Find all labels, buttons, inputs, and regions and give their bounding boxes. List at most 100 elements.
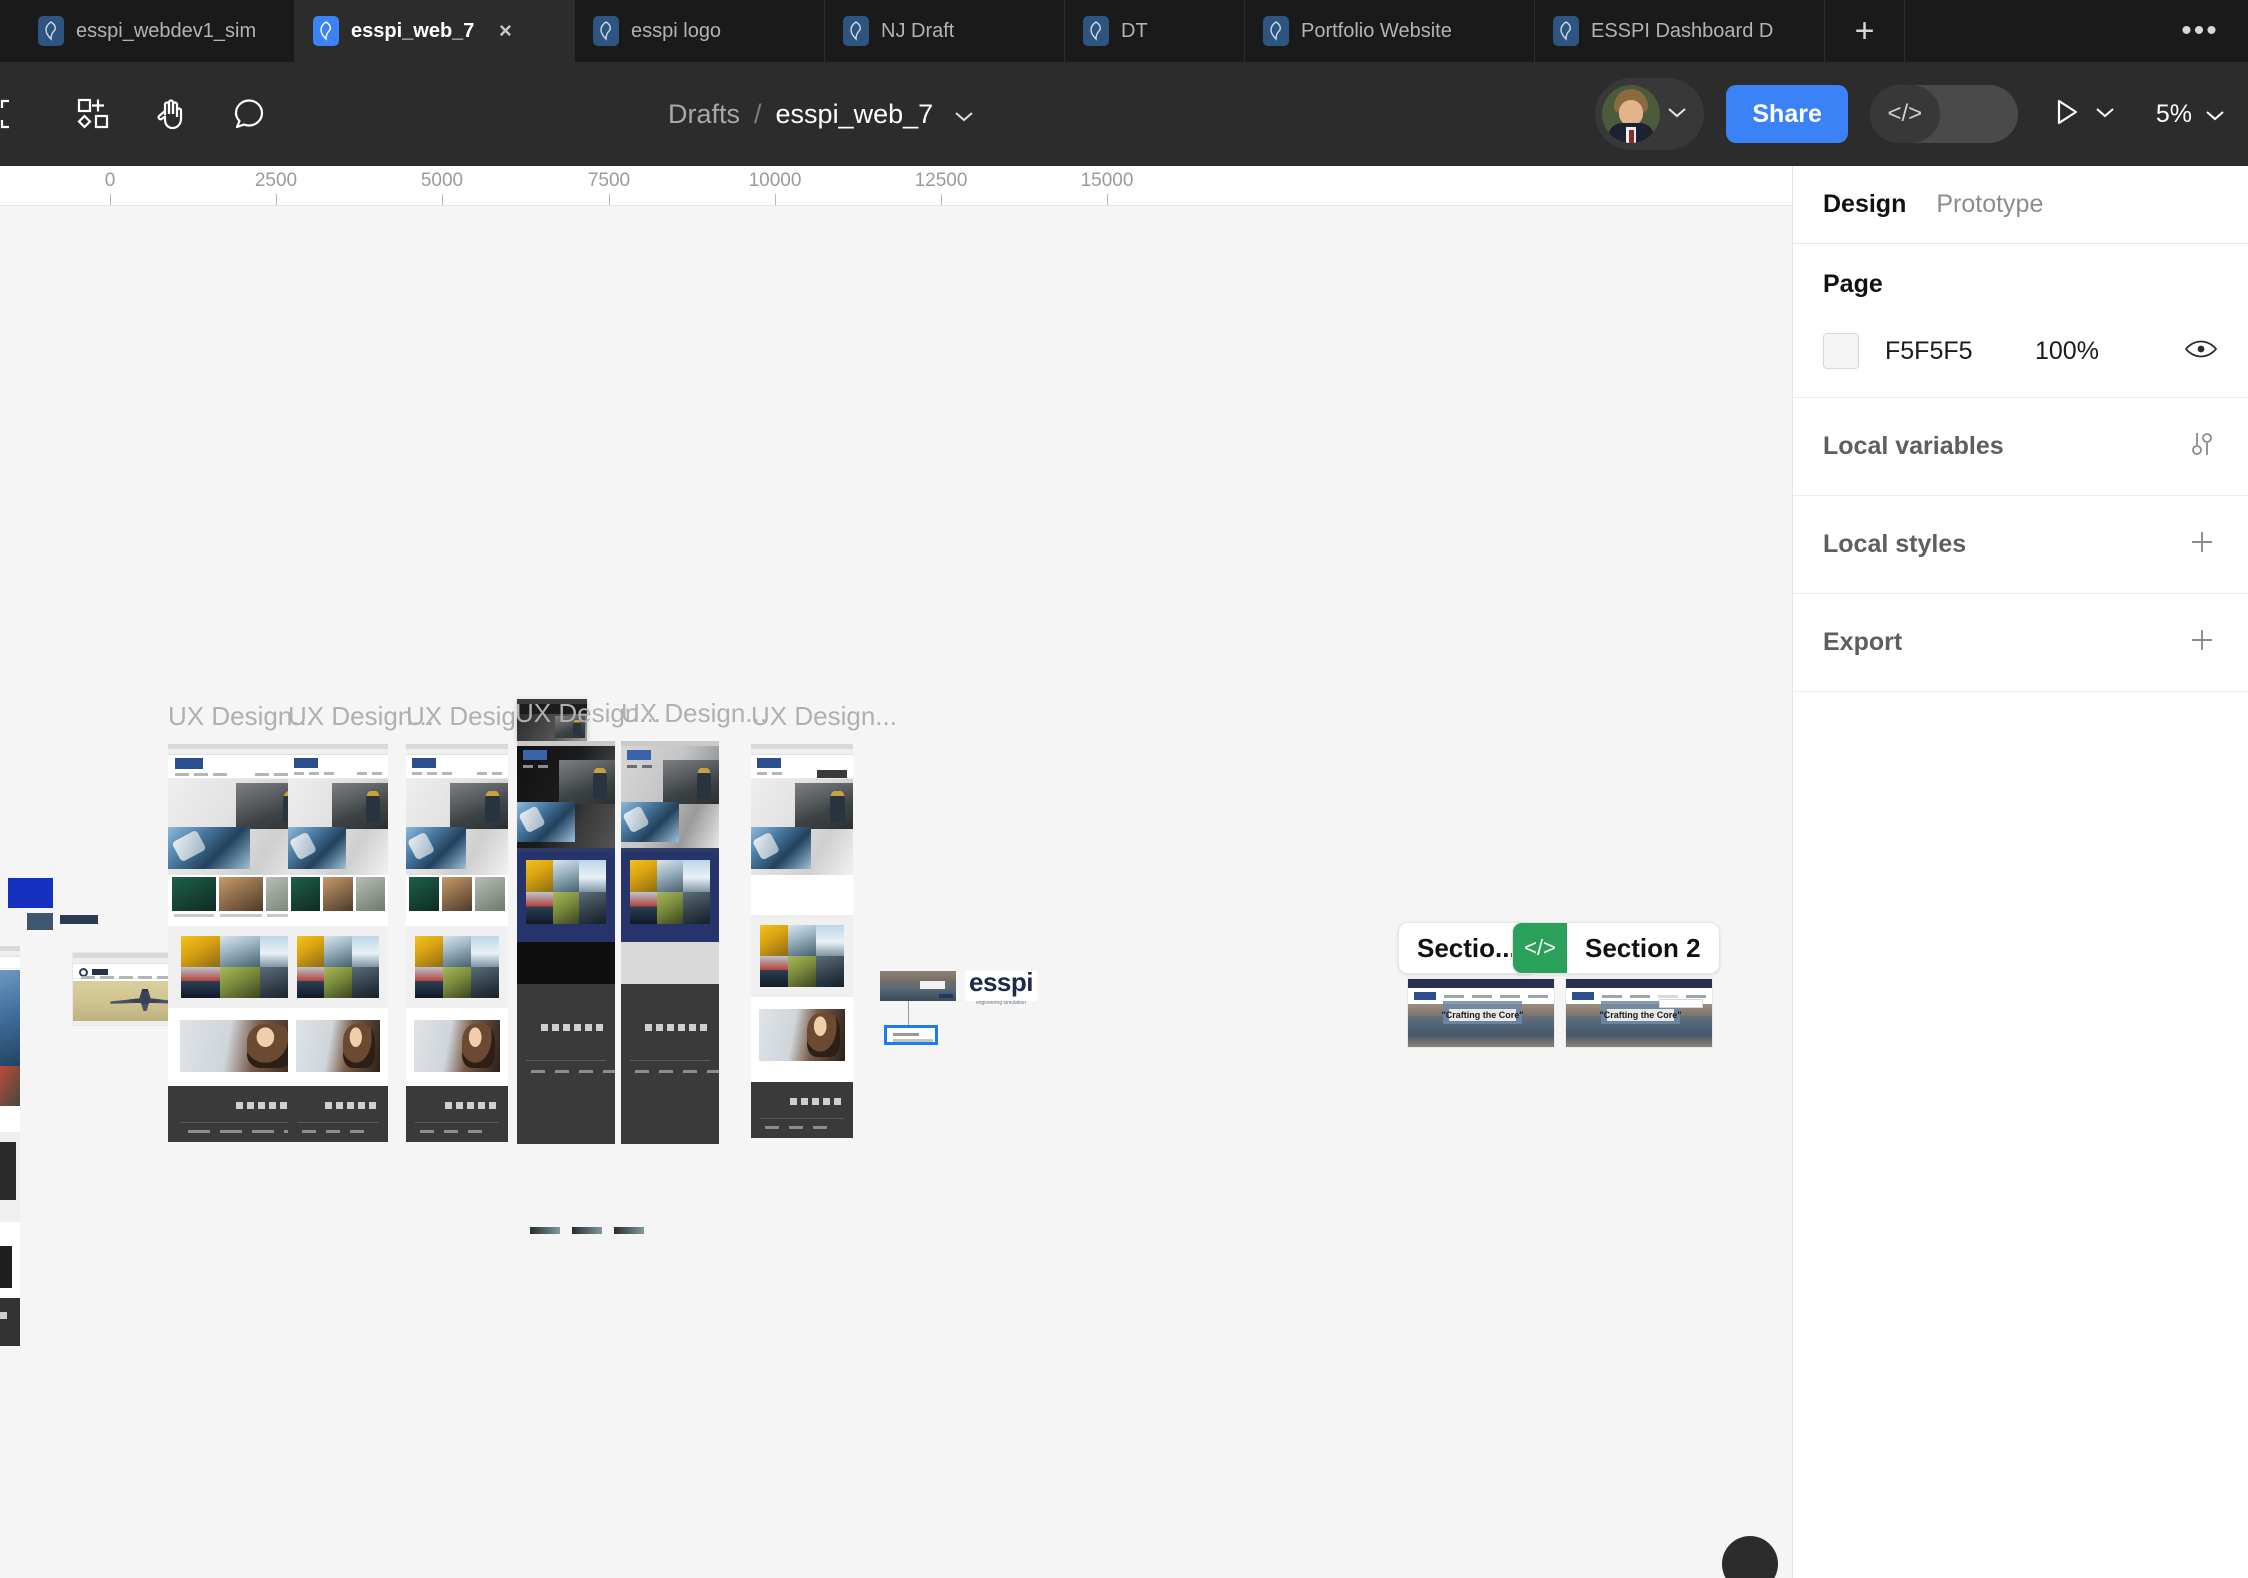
artboard-esspi-logo[interactable]: esspi engineering simulation <box>965 967 1037 1006</box>
artboard-ux-design-6[interactable] <box>751 744 853 1138</box>
ruler-label: 12500 <box>914 170 968 191</box>
hero-caption: "Crafting the Core" <box>1599 1008 1682 1022</box>
fill-opacity-value[interactable]: 100% <box>2035 337 2099 366</box>
pagination-chip[interactable] <box>530 1227 560 1234</box>
ruler-tick <box>442 194 443 205</box>
figma-file-icon <box>313 16 339 46</box>
artboard-crafting-core-1[interactable]: "Crafting the Core" <box>1407 978 1555 1048</box>
hero-caption: "Crafting the Core" <box>1441 1008 1524 1022</box>
tab-design[interactable]: Design <box>1823 190 1906 219</box>
fill-hex-value[interactable]: F5F5F5 <box>1885 337 2035 366</box>
pagination-chip[interactable] <box>572 1227 602 1234</box>
section-name: Section 2 <box>1585 932 1701 963</box>
figma-file-icon <box>1553 16 1579 46</box>
tab-esspi-webdev1-sim[interactable]: esspi_webdev1_sim <box>0 0 295 62</box>
eye-icon[interactable] <box>2184 338 2218 365</box>
tab-label: NJ Draft <box>881 19 955 42</box>
frame-label[interactable]: UX Design... <box>751 701 897 732</box>
reference-swatch-slate[interactable] <box>27 913 53 930</box>
toolbar-right-group: Share </> 5% <box>1595 62 2248 166</box>
avatar-group[interactable] <box>1595 78 1705 150</box>
shape-tool[interactable] <box>54 75 132 153</box>
ruler-label: 15000 <box>1080 170 1134 191</box>
design-panel: Design Prototype Page F5F5F5 100% Local … <box>1792 166 2248 1578</box>
ruler-tick <box>276 194 277 205</box>
chevron-down-icon[interactable] <box>2204 100 2226 129</box>
tab-esspi-logo[interactable]: esspi logo <box>575 0 825 62</box>
artboard-street-photo[interactable] <box>880 971 956 1001</box>
tab-portfolio-website[interactable]: Portfolio Website <box>1245 0 1535 62</box>
reference-swatch-bar[interactable] <box>60 915 98 924</box>
export-row[interactable]: Export <box>1793 594 2248 692</box>
frame-label[interactable]: UX Design... <box>621 698 767 729</box>
breadcrumb: Drafts / esspi_web_7 <box>668 62 975 166</box>
plus-icon[interactable] <box>2186 624 2218 661</box>
figma-file-icon <box>843 16 869 46</box>
zoom-control[interactable]: 5% <box>2156 100 2226 129</box>
tab-label: esspi_webdev1_sim <box>76 19 257 42</box>
code-icon[interactable]: </> <box>1513 923 1567 973</box>
section-label-2[interactable]: </> Section 2 <box>1512 922 1720 974</box>
new-tab-button[interactable]: + <box>1825 0 1905 62</box>
present-group[interactable] <box>2054 97 2116 132</box>
comment-tool[interactable] <box>210 75 288 153</box>
reference-mockup-clipped[interactable] <box>0 946 20 1346</box>
tool-group <box>0 75 288 153</box>
tab-label: Portfolio Website <box>1301 19 1452 42</box>
tab-nj-draft[interactable]: NJ Draft <box>825 0 1065 62</box>
tab-dt[interactable]: DT <box>1065 0 1245 62</box>
chevron-down-icon[interactable] <box>1666 105 1688 124</box>
card <box>172 877 216 911</box>
card <box>409 877 439 911</box>
chevron-down-icon[interactable] <box>2094 105 2116 124</box>
share-button[interactable]: Share <box>1726 85 1848 143</box>
tab-overflow-menu-icon[interactable]: ••• <box>2152 0 2248 62</box>
breadcrumb-separator: / <box>754 98 762 129</box>
card <box>355 877 385 911</box>
tab-label: esspi_web_7 <box>351 19 475 42</box>
sliders-icon[interactable] <box>2186 428 2218 465</box>
ruler-tick <box>941 194 942 205</box>
card <box>219 877 263 911</box>
plus-icon[interactable] <box>2186 526 2218 563</box>
avatar[interactable] <box>1602 85 1661 143</box>
zoom-level-label: 5% <box>2155 99 2192 128</box>
local-variables-label: Local variables <box>1823 432 2004 460</box>
page-fill-row: F5F5F5 100% <box>1823 333 2218 369</box>
chevron-down-icon[interactable] <box>953 99 975 130</box>
close-icon[interactable]: × <box>492 18 518 44</box>
artboard-ux-design-5-gray[interactable] <box>621 741 719 1144</box>
tab-prototype[interactable]: Prototype <box>1936 190 2043 219</box>
card <box>475 877 505 911</box>
selection-leader-line <box>908 1001 909 1025</box>
artboard-ux-design-2[interactable] <box>288 744 388 1142</box>
artboard-ux-design-4-dark[interactable] <box>517 741 615 1144</box>
design-canvas[interactable]: UX Design... UX Design... UX Design... U… <box>0 206 1792 1578</box>
card <box>291 877 321 911</box>
selected-node[interactable] <box>884 1025 938 1045</box>
play-icon[interactable] <box>2054 97 2080 132</box>
tab-esspi-dashboard[interactable]: ESSPI Dashboard D <box>1535 0 1825 62</box>
help-button[interactable] <box>1722 1536 1778 1578</box>
figma-file-icon <box>1263 16 1289 46</box>
breadcrumb-file-name[interactable]: esspi_web_7 <box>776 99 934 130</box>
ruler-tick <box>1107 194 1108 205</box>
local-styles-row[interactable]: Local styles <box>1793 496 2248 594</box>
dev-mode-toggle[interactable]: </> <box>1869 85 2018 143</box>
color-swatch[interactable] <box>1823 333 1859 369</box>
tab-esspi-web-7[interactable]: esspi_web_7 × <box>295 0 575 62</box>
hand-tool[interactable] <box>132 75 210 153</box>
artboard-ux-design-3[interactable] <box>406 744 508 1142</box>
figma-file-icon <box>1083 16 1109 46</box>
ruler-label: 0 <box>104 170 116 191</box>
ruler-tick <box>609 194 610 205</box>
horizontal-ruler: 0 2500 5000 7500 10000 12500 15000 <box>0 166 1792 206</box>
tab-label: DT <box>1121 19 1148 42</box>
reference-swatch-blue[interactable] <box>8 878 53 908</box>
breadcrumb-parent[interactable]: Drafts <box>668 99 740 130</box>
pagination-chip[interactable] <box>614 1227 644 1234</box>
page-section: Page F5F5F5 100% <box>1793 244 2248 398</box>
move-tool[interactable] <box>0 75 54 153</box>
local-variables-row[interactable]: Local variables <box>1793 398 2248 496</box>
artboard-crafting-core-2[interactable]: "Crafting the Core" <box>1565 978 1713 1048</box>
